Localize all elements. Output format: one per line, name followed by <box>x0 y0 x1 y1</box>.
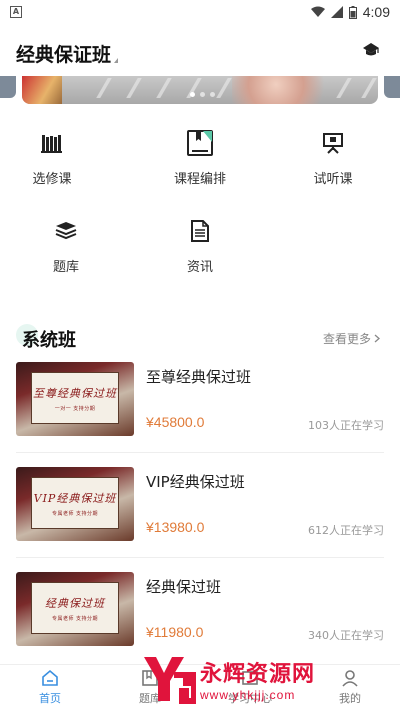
watermark-logo-icon <box>144 657 196 704</box>
class-selector[interactable]: 经典保证班 <box>16 40 119 67</box>
course-card[interactable]: VIP经典保过班 专属老师 支持分期 VIP经典保过班 ¥13980.0 612… <box>16 467 384 541</box>
course-name: VIP经典保过班 <box>146 473 245 491</box>
course-price: ¥45800.0 <box>146 414 205 430</box>
course-thumbnail: VIP经典保过班 专属老师 支持分期 <box>16 467 134 541</box>
course-card[interactable]: 至尊经典保过班 一对一 支持分期 至尊经典保过班 ¥45800.0 103人正在… <box>16 362 384 436</box>
watermark-url: www.yhkjjj.com <box>200 688 296 702</box>
thumbnail-title: VIP经典保过班 <box>33 491 117 505</box>
course-price: ¥13980.0 <box>146 519 205 535</box>
status-time: 4:09 <box>362 4 390 20</box>
grid-label: 选修课 <box>32 172 72 187</box>
grid-item-trial[interactable]: 试听课 <box>283 130 383 187</box>
grid-label: 试听课 <box>313 172 353 187</box>
document-icon <box>187 218 213 244</box>
course-learners: 340人正在学习 <box>308 629 384 642</box>
course-thumbnail: 至尊经典保过班 一对一 支持分期 <box>16 362 134 436</box>
app-notification-icon: A <box>10 6 22 18</box>
course-thumbnail: 经典保过班 专属老师 支持分期 <box>16 572 134 646</box>
grid-item-schedule[interactable]: 课程编排 <box>150 130 250 187</box>
thumbnail-subtitle: 一对一 支持分期 <box>54 405 96 412</box>
chevron-right-icon <box>374 334 380 343</box>
divider <box>16 452 384 453</box>
course-price: ¥11980.0 <box>146 624 204 640</box>
grid-item-elective[interactable]: 选修课 <box>2 130 102 187</box>
section-title: 系统班 <box>22 330 76 351</box>
thumbnail-title: 经典保过班 <box>45 596 105 610</box>
graduation-cap-icon[interactable] <box>362 42 380 58</box>
books-icon <box>39 130 65 156</box>
banner-carousel[interactable] <box>22 76 378 104</box>
home-icon <box>42 669 58 686</box>
banner-book-image <box>22 76 62 104</box>
status-bar: A 4:09 <box>0 0 400 24</box>
banner-hands-image <box>232 76 342 104</box>
grid-label: 题库 <box>52 260 79 275</box>
dropdown-caret-icon <box>114 58 119 63</box>
tab-label: 首页 <box>39 692 61 705</box>
carousel-dot[interactable] <box>190 92 195 97</box>
course-card[interactable]: 经典保过班 专属老师 支持分期 经典保过班 ¥11980.0 340人正在学习 <box>16 572 384 646</box>
carousel-dot[interactable] <box>210 92 215 97</box>
grid-label: 资讯 <box>186 260 213 275</box>
stack-icon <box>53 218 79 244</box>
battery-icon <box>348 5 357 19</box>
bookmark-book-icon <box>187 130 213 156</box>
banner-next-peek <box>384 76 400 98</box>
carousel-dots <box>190 92 215 97</box>
thumbnail-title: 至尊经典保过班 <box>33 386 117 400</box>
watermark-title: 永辉资源网 <box>200 662 316 687</box>
thumbnail-subtitle: 专属老师 支持分期 <box>51 615 99 622</box>
app-header: 经典保证班 <box>0 36 400 70</box>
grid-item-news[interactable]: 资讯 <box>150 218 250 275</box>
divider <box>16 557 384 558</box>
view-more-label: 查看更多 <box>322 332 371 346</box>
presentation-board-icon <box>320 130 346 156</box>
course-name: 经典保过班 <box>146 578 222 596</box>
banner-prev-peek <box>0 76 16 98</box>
course-learners: 612人正在学习 <box>308 524 384 537</box>
grid-item-question-bank[interactable]: 题库 <box>16 218 116 275</box>
course-name: 至尊经典保过班 <box>146 368 252 386</box>
tab-home[interactable]: 首页 <box>0 665 100 710</box>
grid-label: 课程编排 <box>173 172 226 187</box>
page-title: 经典保证班 <box>16 44 112 66</box>
view-more-link[interactable]: 查看更多 <box>323 330 380 347</box>
thumbnail-subtitle: 专属老师 支持分期 <box>51 510 99 517</box>
signal-icon <box>330 6 343 18</box>
watermark: 永辉资源网 www.yhkjjj.com <box>140 652 380 706</box>
course-learners: 103人正在学习 <box>308 419 384 432</box>
carousel-dot[interactable] <box>200 92 205 97</box>
wifi-icon <box>310 6 325 17</box>
